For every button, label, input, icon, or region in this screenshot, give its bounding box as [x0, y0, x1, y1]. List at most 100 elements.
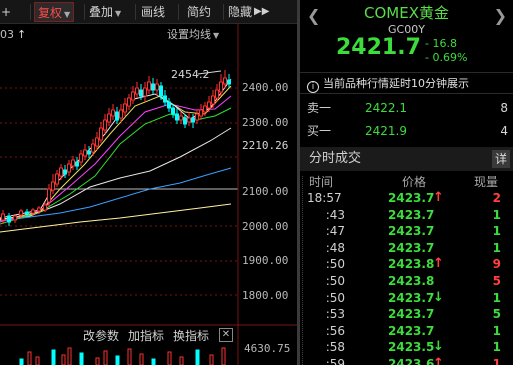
tick-time: :50	[325, 290, 345, 305]
candle-body	[91, 143, 95, 153]
overlay-button[interactable]: 叠加 ▼	[89, 2, 121, 22]
price-tick-2100: 2100.00	[242, 185, 289, 198]
tick-qty: 5	[492, 274, 501, 288]
volume-bar	[35, 356, 40, 365]
bid-qty: 4	[500, 124, 508, 138]
tick-row: :56 2423.7 1	[300, 323, 513, 339]
tick-qty: 1	[492, 290, 501, 305]
restore-right-button[interactable]: 复权 ▼	[34, 2, 75, 22]
candle-body	[155, 83, 159, 91]
price-change: - 16.8	[425, 37, 457, 50]
tick-qty: 1	[492, 340, 501, 355]
candle-body	[163, 95, 167, 103]
more-arrow-icon[interactable]: ▶▶	[254, 2, 269, 22]
quote-panel: ❮ ❯ COMEX黄金 GC00Y 2421.7 - 16.8 - 0.69% …	[300, 0, 513, 365]
volume-bar	[61, 354, 66, 365]
toolbar-separator	[135, 4, 136, 20]
bid-row: 买一 2421.9 4	[300, 120, 513, 142]
tick-price: 2423.7	[388, 307, 435, 322]
ma-yellow-line	[0, 85, 232, 221]
tick-price: 2423.7	[388, 207, 435, 222]
switch-indicator-button[interactable]: 换指标	[173, 327, 209, 344]
candle-body	[171, 107, 175, 115]
delay-notice: i 当前品种行情延时10分钟展示	[300, 72, 513, 94]
candle-body	[183, 117, 187, 125]
volume-bar	[179, 356, 184, 365]
toolbar-separator	[178, 4, 179, 20]
candle-body	[43, 204, 47, 211]
candle-body	[59, 167, 63, 177]
price-tick-2000: 2000.00	[242, 220, 289, 233]
toolbar-partial-item[interactable]: +	[1, 2, 11, 22]
tick-price: 2423.7	[388, 240, 435, 255]
tick-qty: 9	[492, 257, 501, 272]
ask-row: 卖一 2422.1 8	[300, 97, 513, 119]
tick-price: 2423.6	[388, 357, 435, 365]
change-params-button[interactable]: 改参数	[83, 327, 119, 344]
tick-price: 2423.7	[388, 290, 435, 305]
info-icon: i	[307, 81, 319, 93]
candle-body	[1, 213, 5, 221]
tick-time: :48	[325, 240, 345, 255]
candle-body	[199, 109, 203, 117]
volume-bar	[127, 348, 132, 365]
candle-body	[219, 81, 223, 93]
kline-chart-panel: + 复权 ▼ 叠加 ▼ 画线 简约 隐藏 ▶▶ 03 ↑ 设置均线 ▼ 2400…	[0, 0, 297, 365]
candle-body	[191, 117, 195, 123]
candle-body	[111, 109, 115, 117]
tick-price: 2423.5	[388, 340, 435, 355]
tick-time: :50	[325, 257, 345, 272]
chart-toolbar: + 复权 ▼ 叠加 ▼ 画线 简约 隐藏 ▶▶	[0, 0, 297, 24]
candle-body	[55, 173, 59, 185]
tick-price: 2423.7	[388, 224, 435, 239]
price-tick-1800: 1800.00	[242, 289, 289, 302]
volume-bar	[103, 350, 108, 365]
arrow-up-icon: ↑	[433, 356, 444, 365]
volume-axis-label: 4630.75	[244, 342, 291, 355]
candle-body	[175, 113, 179, 121]
tick-time: :59	[325, 357, 345, 365]
tick-time: :58	[325, 340, 345, 355]
candle-body	[195, 113, 199, 121]
candle-body	[51, 181, 55, 191]
candle-body	[19, 210, 23, 216]
volume-bar	[221, 347, 226, 365]
candle-body	[131, 91, 135, 101]
hide-button[interactable]: 隐藏	[228, 2, 252, 22]
candle-body	[63, 169, 67, 175]
close-icon[interactable]: ✕	[219, 328, 233, 342]
candle-body	[215, 89, 219, 99]
col-price-header: 价格	[402, 175, 427, 189]
restore-right-label: 复权	[38, 6, 63, 20]
candle-body	[7, 215, 11, 223]
candle-body	[211, 95, 215, 105]
overlay-label: 叠加	[89, 5, 114, 19]
detail-button[interactable]: 详	[492, 150, 510, 168]
tick-qty: 5	[492, 307, 501, 322]
tick-qty: 1	[492, 207, 501, 222]
tick-row: :50 2423.7 ↓ 1	[300, 290, 513, 306]
candle-body	[119, 109, 123, 119]
chevron-down-icon: ▼	[64, 10, 71, 19]
candle-body	[135, 87, 139, 95]
volume-bar	[139, 353, 144, 365]
price-change-percent: - 0.69%	[425, 51, 468, 64]
peak-price-label: 2454.2	[171, 68, 210, 81]
add-indicator-button[interactable]: 加指标	[128, 327, 164, 344]
tick-row: :50 2423.8 ↑ 9	[300, 256, 513, 272]
candle-body	[139, 89, 143, 97]
tick-qty: 1	[492, 323, 501, 338]
arrow-up-icon: ↑	[433, 190, 444, 205]
candle-body	[75, 161, 79, 167]
tick-time: :43	[325, 207, 345, 222]
candle-body	[207, 101, 211, 109]
volume-bars	[19, 347, 226, 365]
tick-qty: 2	[492, 191, 501, 205]
candle-body	[159, 85, 163, 97]
candle-body	[151, 83, 155, 91]
draw-line-button[interactable]: 画线	[141, 2, 165, 22]
tick-qty: 1	[492, 224, 501, 239]
summary-button[interactable]: 简约	[187, 2, 211, 22]
instrument-title: COMEX黄金	[364, 4, 449, 22]
toolbar-separator	[223, 4, 224, 20]
